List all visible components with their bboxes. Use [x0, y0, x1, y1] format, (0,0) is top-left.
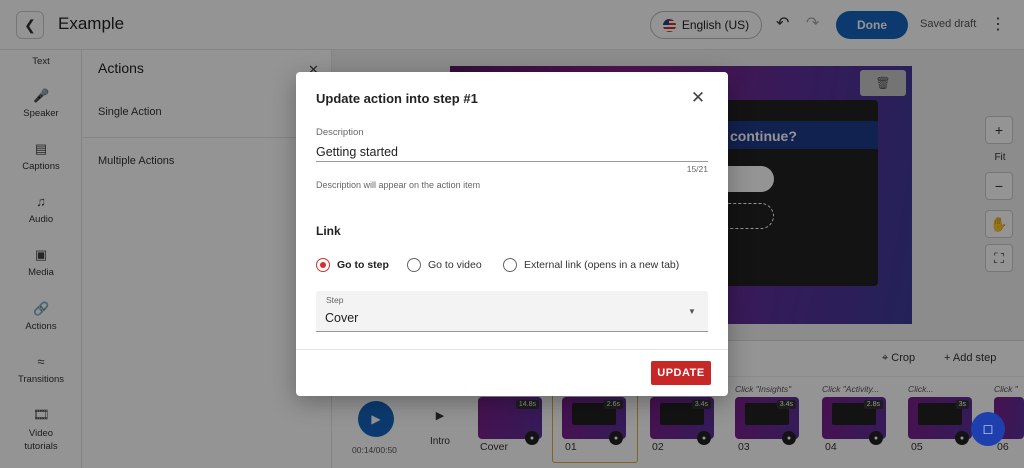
radio-label: Go to video [428, 259, 482, 271]
close-icon[interactable]: ✕ [688, 88, 708, 108]
radio-label: External link (opens in a new tab) [524, 259, 680, 271]
character-counter: 15/21 [686, 164, 708, 174]
radio-circle [503, 258, 517, 272]
link-heading: Link [316, 224, 341, 238]
description-input[interactable] [316, 142, 708, 162]
update-button[interactable]: UPDATE [651, 361, 711, 385]
update-action-dialog: Update action into step #1 ✕ Description… [296, 72, 728, 396]
chat-icon: □ [983, 421, 993, 437]
step-select-label: Step [326, 295, 344, 305]
dialog-divider [296, 349, 728, 350]
radio-go-to-step[interactable]: Go to step [316, 258, 389, 272]
radio-label: Go to step [337, 259, 389, 271]
description-label: Description [316, 127, 364, 138]
radio-go-to-video[interactable]: Go to video [407, 258, 482, 272]
caret-down-icon: ▼ [688, 307, 696, 316]
dialog-title: Update action into step #1 [316, 91, 478, 106]
step-select[interactable]: Step Cover ▼ [316, 291, 708, 332]
description-helper-text: Description will appear on the action it… [316, 180, 481, 190]
radio-circle [316, 258, 330, 272]
step-select-value: Cover [325, 311, 359, 325]
chat-button[interactable]: □ [971, 412, 1005, 446]
app-root: ❮ Example English (US) ↶ ↷ Done Saved dr… [0, 0, 1024, 468]
radio-external-link[interactable]: External link (opens in a new tab) [503, 258, 679, 272]
radio-circle [407, 258, 421, 272]
